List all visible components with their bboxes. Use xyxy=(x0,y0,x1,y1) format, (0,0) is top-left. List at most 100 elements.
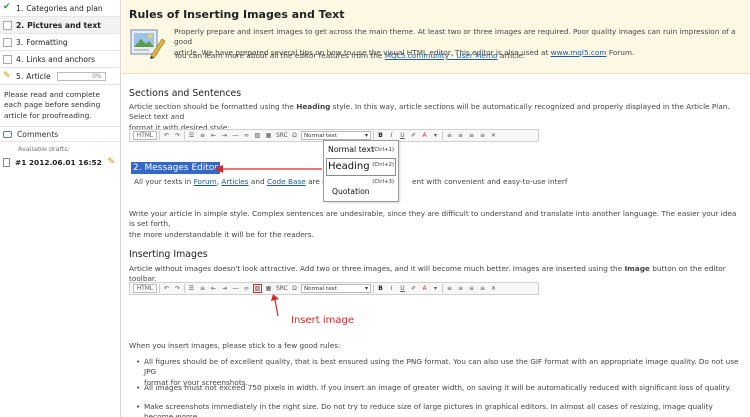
arrow-icon xyxy=(214,165,322,173)
underline-button[interactable]: U xyxy=(398,131,407,140)
step-label: Categories and plan xyxy=(26,3,103,13)
user-memo-link[interactable]: MQL5.community - User Memo xyxy=(385,51,498,60)
text-color-button[interactable]: A xyxy=(420,284,429,293)
italic-button[interactable]: I xyxy=(387,284,396,293)
outdent-icon[interactable]: ⇤ xyxy=(209,131,218,140)
edit-draft-icon[interactable]: ✎ xyxy=(107,157,115,167)
redo-icon[interactable]: ↷ xyxy=(173,131,182,140)
step-links-and-anchors[interactable]: 4. Links and anchors xyxy=(0,51,120,68)
html-button[interactable]: HTML xyxy=(133,284,157,293)
bulleted-list-icon[interactable]: ☰ xyxy=(187,284,196,293)
src-button[interactable]: SRC xyxy=(275,131,288,140)
clear-format-icon[interactable]: ✐ xyxy=(409,131,418,140)
code-base-link[interactable]: Code Base xyxy=(267,177,306,186)
horizontal-rule-icon[interactable]: ― xyxy=(231,131,240,140)
remove-format-icon[interactable]: ✕ xyxy=(489,131,498,140)
draft-item[interactable]: #1 2012.06.01 16:52 ✎ xyxy=(0,155,120,169)
dropdown-item-heading[interactable]: Heading xyxy=(328,161,370,172)
table-icon[interactable]: ▦ xyxy=(264,284,273,293)
link-icon[interactable]: ∞ xyxy=(242,131,251,140)
step-number: 3. xyxy=(16,37,24,47)
dropdown-shortcut: (Ctrl+1) xyxy=(372,147,394,153)
forum-link[interactable]: Forum xyxy=(194,177,217,186)
insert-image-icon[interactable]: ▨ xyxy=(253,284,262,293)
align-left-icon[interactable]: ≡ xyxy=(445,284,454,293)
horizontal-rule-icon[interactable]: ― xyxy=(231,284,240,293)
image-icon[interactable]: ▨ xyxy=(253,131,262,140)
sidebar: 1. Categories and plan 2. Pictures and t… xyxy=(0,0,121,417)
underline-button[interactable]: U xyxy=(398,284,407,293)
format-select[interactable]: Normal text xyxy=(301,131,371,140)
special-char-icon[interactable]: Ω xyxy=(290,284,299,293)
text-color-button[interactable]: A xyxy=(420,131,429,140)
clear-format-icon[interactable]: ✐ xyxy=(409,284,418,293)
step-formatting[interactable]: 3. Formatting xyxy=(0,34,120,51)
step-number: 1. xyxy=(16,3,24,13)
outdent-icon[interactable]: ⇤ xyxy=(209,284,218,293)
undo-icon[interactable]: ↶ xyxy=(162,284,171,293)
undo-icon[interactable]: ↶ xyxy=(162,131,171,140)
comments-link[interactable]: Comments xyxy=(0,127,120,143)
articles-link[interactable]: Articles xyxy=(221,177,248,186)
numbered-list-icon[interactable]: ≡ xyxy=(198,131,207,140)
bullet-icon: • xyxy=(136,383,141,392)
sidebar-note: Please read and complete each page befor… xyxy=(0,85,120,128)
step-label: Formatting xyxy=(26,37,68,47)
italic-button[interactable]: I xyxy=(387,131,396,140)
indent-icon[interactable]: ⇥ xyxy=(220,284,229,293)
toolbar-separator xyxy=(442,131,443,140)
step-pictures-and-text[interactable]: 2. Pictures and text xyxy=(0,17,120,34)
align-justify-icon[interactable]: ≡ xyxy=(478,131,487,140)
align-right-icon[interactable]: ≡ xyxy=(467,284,476,293)
arrow-up-icon xyxy=(271,294,279,316)
align-justify-icon[interactable]: ≡ xyxy=(478,284,487,293)
comments-label: Comments xyxy=(17,129,59,139)
page-title: Rules of Inserting Images and Text xyxy=(129,8,345,21)
step-categories-and-plan[interactable]: 1. Categories and plan xyxy=(0,0,120,17)
align-center-icon[interactable]: ≡ xyxy=(456,284,465,293)
numbered-list-icon[interactable]: ≡ xyxy=(198,284,207,293)
body-text: the more understandable it will be for t… xyxy=(129,229,314,239)
bullet-icon: • xyxy=(136,402,141,411)
bold-button[interactable]: B xyxy=(376,284,385,293)
highlight-icon[interactable]: ▾ xyxy=(431,284,440,293)
step-article[interactable]: ✎ 5. Article 0% xyxy=(0,68,120,85)
remove-format-icon[interactable]: ✕ xyxy=(489,284,498,293)
body-text: All your texts in xyxy=(134,177,194,186)
toolbar-separator xyxy=(373,131,374,140)
html-button[interactable]: HTML xyxy=(133,131,157,140)
align-left-icon[interactable]: ≡ xyxy=(445,131,454,140)
link-icon[interactable]: ∞ xyxy=(242,284,251,293)
step-number: 4. xyxy=(16,54,24,64)
bold-text: Image xyxy=(624,264,650,273)
main-content: Rules of Inserting Images and Text Prope… xyxy=(122,0,750,417)
step-label: Pictures and text xyxy=(27,20,101,30)
bullet-icon: • xyxy=(136,357,141,366)
indent-icon[interactable]: ⇥ xyxy=(220,131,229,140)
intro-text: Properly prepare and insert images to ge… xyxy=(174,27,736,47)
draft-label: #1 2012.06.01 16:52 xyxy=(15,157,102,167)
dropdown-item-normal-text[interactable]: Normal text xyxy=(328,145,374,154)
bulleted-list-icon[interactable]: ☰ xyxy=(187,131,196,140)
toolbar-separator xyxy=(442,284,443,293)
memo-text: You can learn more about all the editor … xyxy=(174,51,385,60)
article-progress-bar: 0% xyxy=(56,71,106,81)
table-icon[interactable]: ▦ xyxy=(264,131,273,140)
step-label: Article xyxy=(26,71,51,81)
checkbox-icon xyxy=(3,37,12,47)
align-right-icon[interactable]: ≡ xyxy=(467,131,476,140)
selected-heading-demo: 2. Messages Editor xyxy=(131,162,221,174)
align-center-icon[interactable]: ≡ xyxy=(456,131,465,140)
redo-icon[interactable]: ↷ xyxy=(173,284,182,293)
src-button[interactable]: SRC xyxy=(275,284,288,293)
body-text: Article without images doesn't look attr… xyxy=(129,264,625,273)
memo-text: article. xyxy=(497,51,526,60)
dropdown-item-quotation[interactable]: Quotation xyxy=(332,187,370,196)
section-title-images: Inserting Images xyxy=(129,249,208,260)
special-char-icon[interactable]: Ω xyxy=(290,131,299,140)
format-select[interactable]: Normal text xyxy=(301,284,371,293)
bold-button[interactable]: B xyxy=(376,131,385,140)
format-dropdown-menu: Normal text (Ctrl+1) Heading (Ctrl+2) Qu… xyxy=(323,140,399,202)
highlight-icon[interactable]: ▾ xyxy=(431,131,440,140)
progress-text: 0% xyxy=(92,72,102,80)
